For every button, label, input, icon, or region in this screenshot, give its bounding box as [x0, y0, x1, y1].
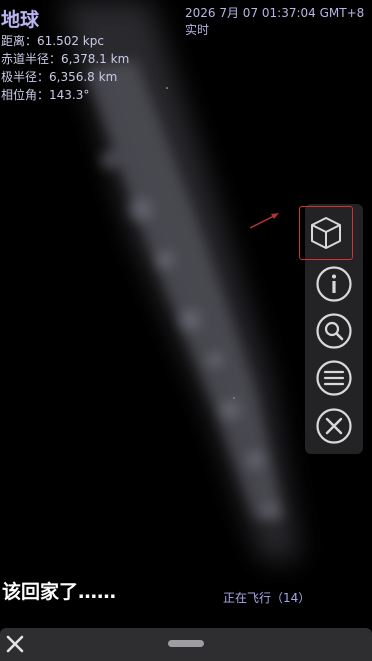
close-icon[interactable]: [5, 634, 25, 654]
close-icon: [316, 408, 352, 444]
info-icon: [316, 266, 352, 302]
menu-icon: [316, 360, 352, 396]
phase-angle-line: 相位角：143.3°: [1, 88, 90, 102]
object-name: 地球: [1, 9, 40, 31]
time-mode-text: 实时: [185, 23, 210, 37]
flight-status: 正在飞行（14）: [223, 591, 311, 605]
close-button[interactable]: [311, 403, 357, 449]
equatorial-radius-line: 赤道半径：6,378.1 km: [1, 52, 130, 66]
info-button[interactable]: [311, 261, 357, 307]
search-button[interactable]: [311, 308, 357, 354]
drag-handle[interactable]: [168, 640, 204, 647]
sky-view[interactable]: 地球 距离：61.502 kpc 赤道半径：6,378.1 km 极半径：6,3…: [0, 0, 372, 661]
bottom-sheet-bar[interactable]: [0, 628, 372, 661]
cube-view-button[interactable]: [299, 206, 353, 260]
cube-icon: [311, 217, 341, 249]
datetime-text: 2026 7月 07 01:37:04 GMT+8: [185, 6, 365, 20]
time-display[interactable]: 2026 7月 07 01:37:04 GMT+8 实时: [185, 5, 364, 39]
side-toolbar: [299, 204, 363, 454]
pointer-arrow-icon: [249, 213, 279, 229]
object-info-panel: 地球 距离：61.502 kpc 赤道半径：6,378.1 km 极半径：6,3…: [1, 8, 129, 104]
polar-radius-line: 极半径：6,356.8 km: [1, 70, 118, 84]
menu-button[interactable]: [311, 355, 357, 401]
search-icon: [316, 313, 352, 349]
subtitle-text: 该回家了……: [2, 581, 117, 603]
distance-line: 距离：61.502 kpc: [1, 34, 104, 48]
